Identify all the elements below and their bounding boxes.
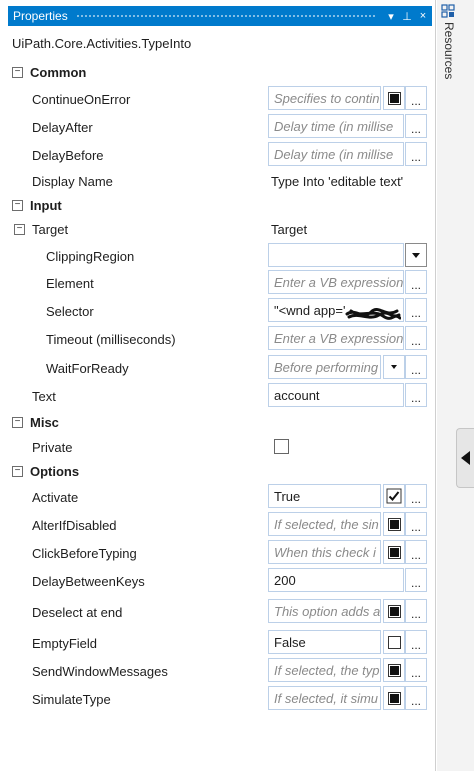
delayafter-input[interactable]: Delay time (in millise bbox=[268, 114, 404, 138]
element-input[interactable]: Enter a VB expression bbox=[268, 270, 404, 294]
resources-tab[interactable]: Resources bbox=[442, 22, 456, 79]
emptyfield-input[interactable]: False bbox=[268, 630, 381, 654]
property-label: ClippingRegion bbox=[46, 248, 135, 264]
property-label: Text bbox=[32, 388, 56, 404]
property-row-target: − Target Target bbox=[0, 216, 436, 242]
waitforready-input[interactable]: Before performing bbox=[268, 355, 381, 379]
continueonerror-checkbox[interactable] bbox=[383, 86, 405, 110]
chevron-down-icon bbox=[391, 365, 397, 369]
waitforready-ellipsis-button[interactable]: ... bbox=[405, 355, 427, 379]
delaybetweenkeys-ellipsis-button[interactable]: ... bbox=[405, 568, 427, 592]
property-label: ClickBeforeTyping bbox=[32, 545, 137, 561]
activate-checkbox[interactable] bbox=[383, 484, 405, 508]
resources-icon[interactable] bbox=[441, 4, 455, 18]
checkmark-icon bbox=[386, 488, 402, 504]
property-label: Deselect at end bbox=[32, 604, 123, 620]
delaybefore-input[interactable]: Delay time (in millise bbox=[268, 142, 404, 166]
sendwindowmessages-input[interactable]: If selected, the typ bbox=[268, 658, 381, 682]
property-row-private: Private bbox=[0, 434, 436, 460]
collapse-sidebar-tab[interactable] bbox=[456, 428, 474, 488]
sendwindowmessages-ellipsis-button[interactable]: ... bbox=[405, 658, 427, 682]
redaction-scribble bbox=[345, 307, 401, 320]
property-label: Target bbox=[32, 221, 69, 237]
selector-ellipsis-button[interactable]: ... bbox=[405, 298, 427, 322]
alterifdisabled-input[interactable]: If selected, the sin bbox=[268, 512, 381, 536]
collapse-input-icon[interactable]: − bbox=[12, 199, 23, 211]
clickbeforetyping-input[interactable]: When this check i bbox=[268, 540, 381, 564]
clickbeforetyping-checkbox[interactable] bbox=[383, 540, 405, 564]
category-input: − Input bbox=[0, 192, 436, 218]
private-checkbox[interactable] bbox=[274, 439, 289, 454]
delayafter-ellipsis-button[interactable]: ... bbox=[405, 114, 427, 138]
collapse-target-icon[interactable]: − bbox=[14, 223, 25, 235]
arrow-left-icon bbox=[461, 451, 470, 465]
displayname-value[interactable]: Type Into 'editable text' bbox=[271, 174, 403, 189]
clippingregion-input[interactable] bbox=[268, 243, 404, 267]
property-label: DelayAfter bbox=[32, 119, 93, 135]
activate-ellipsis-button[interactable]: ... bbox=[405, 484, 427, 508]
property-label: Display Name bbox=[32, 173, 113, 189]
property-label: SendWindowMessages bbox=[32, 663, 168, 679]
text-input[interactable]: account bbox=[268, 383, 404, 407]
window-position-dropdown-icon[interactable]: ▾ bbox=[384, 10, 398, 23]
target-value: Target bbox=[271, 221, 308, 237]
continueonerror-ellipsis-button[interactable]: ... bbox=[405, 86, 427, 110]
delaybetweenkeys-input[interactable]: 200 bbox=[268, 568, 404, 592]
property-label: EmptyField bbox=[32, 635, 98, 651]
simulatetype-input[interactable]: If selected, it simu bbox=[268, 686, 381, 710]
alterifdisabled-checkbox[interactable] bbox=[383, 512, 405, 536]
property-label: Private bbox=[32, 439, 73, 455]
category-label: Input bbox=[30, 197, 62, 213]
element-ellipsis-button[interactable]: ... bbox=[405, 270, 427, 294]
property-label: Timeout (milliseconds) bbox=[46, 331, 176, 347]
category-common: − Common bbox=[0, 59, 436, 85]
waitforready-dropdown-button[interactable] bbox=[383, 355, 405, 379]
category-label: Options bbox=[30, 463, 80, 479]
property-label: AlterIfDisabled bbox=[32, 517, 117, 533]
activate-input[interactable]: True bbox=[268, 484, 381, 508]
timeout-ellipsis-button[interactable]: ... bbox=[405, 326, 427, 350]
property-label: Selector bbox=[46, 303, 94, 319]
continueonerror-input[interactable]: Specifies to contin bbox=[268, 86, 381, 110]
collapse-common-icon[interactable]: − bbox=[12, 66, 23, 78]
property-label: SimulateType bbox=[32, 691, 111, 707]
simulatetype-ellipsis-button[interactable]: ... bbox=[405, 686, 427, 710]
panel-title: Properties bbox=[13, 9, 68, 23]
simulatetype-checkbox[interactable] bbox=[383, 686, 405, 710]
property-row-displayname: Display Name Type Into 'editable text' bbox=[0, 168, 436, 194]
category-misc: − Misc bbox=[0, 409, 436, 435]
alterifdisabled-ellipsis-button[interactable]: ... bbox=[405, 512, 427, 536]
category-options: − Options bbox=[0, 458, 436, 484]
property-label: DelayBetweenKeys bbox=[32, 573, 145, 589]
emptyfield-checkbox[interactable] bbox=[383, 630, 405, 654]
property-label: Element bbox=[46, 275, 94, 291]
deselectatend-checkbox[interactable] bbox=[383, 599, 405, 623]
timeout-input[interactable]: Enter a VB expression bbox=[268, 326, 404, 350]
collapse-options-icon[interactable]: − bbox=[12, 465, 23, 477]
properties-title-bar[interactable]: Properties ▾ ⊥ × bbox=[8, 6, 432, 26]
property-label: DelayBefore bbox=[32, 147, 104, 163]
drag-grip[interactable] bbox=[75, 13, 376, 19]
sendwindowmessages-checkbox[interactable] bbox=[383, 658, 405, 682]
text-ellipsis-button[interactable]: ... bbox=[405, 383, 427, 407]
chevron-down-icon bbox=[412, 252, 420, 258]
right-sidebar bbox=[437, 0, 474, 771]
close-icon[interactable]: × bbox=[416, 10, 430, 22]
collapse-misc-icon[interactable]: − bbox=[12, 416, 23, 428]
clippingregion-dropdown-button[interactable] bbox=[405, 243, 427, 267]
deselectatend-ellipsis-button[interactable]: ... bbox=[405, 599, 427, 623]
pin-icon[interactable]: ⊥ bbox=[400, 10, 414, 23]
properties-panel: Properties ▾ ⊥ × UiPath.Core.Activities.… bbox=[0, 0, 436, 771]
delaybefore-ellipsis-button[interactable]: ... bbox=[405, 142, 427, 166]
property-label: ContinueOnError bbox=[32, 91, 131, 107]
property-label: WaitForReady bbox=[46, 360, 129, 376]
emptyfield-ellipsis-button[interactable]: ... bbox=[405, 630, 427, 654]
clickbeforetyping-ellipsis-button[interactable]: ... bbox=[405, 540, 427, 564]
property-label: Activate bbox=[32, 489, 79, 505]
deselectatend-input[interactable]: This option adds a bbox=[268, 599, 381, 623]
category-label: Misc bbox=[30, 414, 59, 430]
category-label: Common bbox=[30, 64, 87, 80]
activity-type-name: UiPath.Core.Activities.TypeInto bbox=[12, 36, 192, 51]
